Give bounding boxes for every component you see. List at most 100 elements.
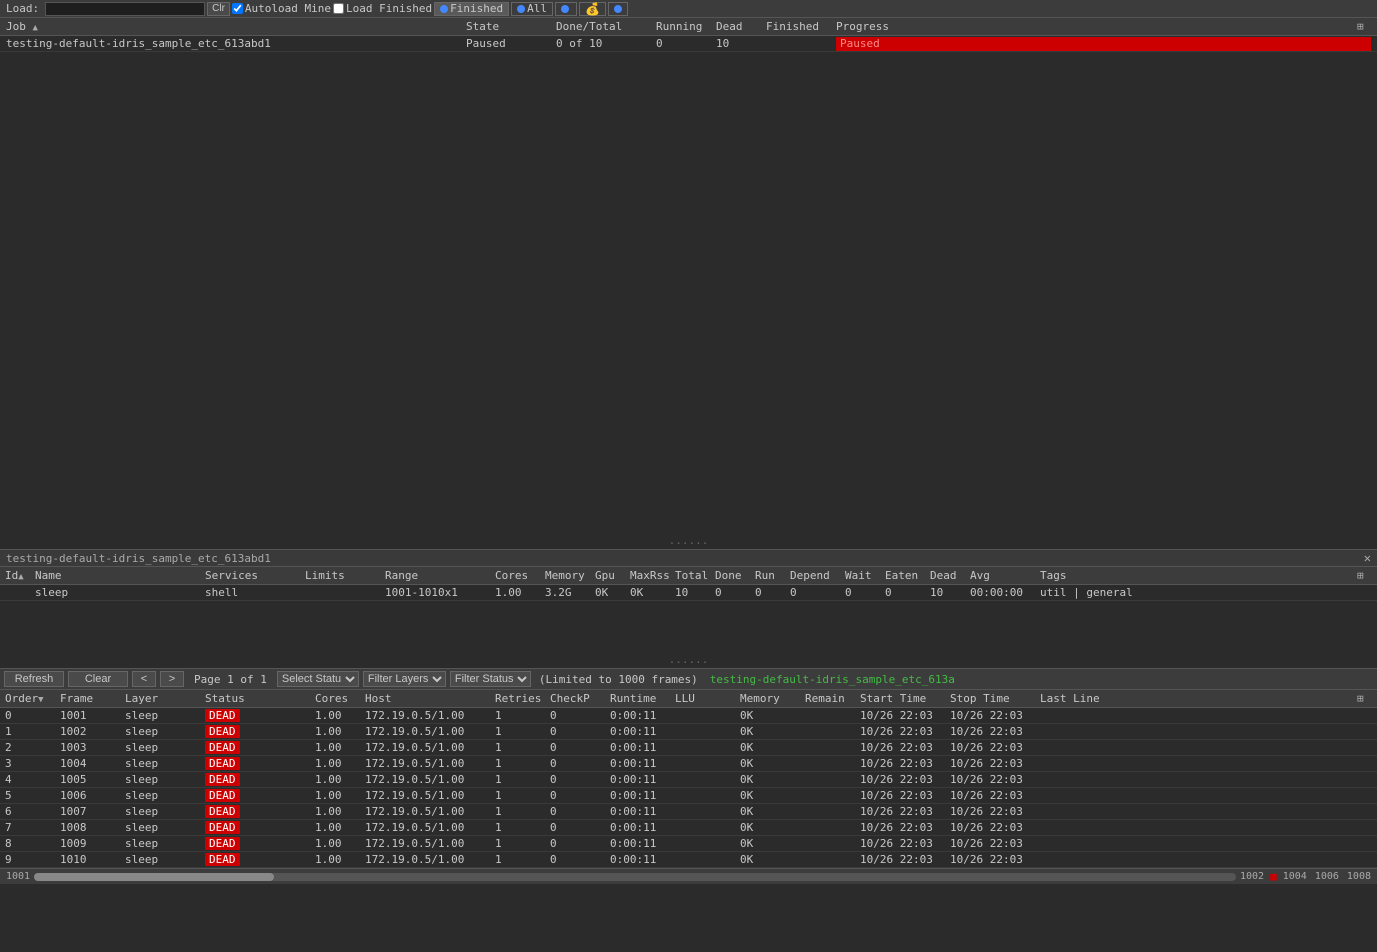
finished-tag[interactable]: Finished: [434, 2, 509, 16]
job-table-expand-btn[interactable]: ⊞: [1357, 20, 1375, 33]
layer-range-col[interactable]: Range: [382, 569, 492, 582]
top-toolbar: Load: Clr Autoload Mine Load Finished Fi…: [0, 0, 1377, 18]
layer-dead-col[interactable]: Dead: [927, 569, 967, 582]
layer-avg-col[interactable]: Avg: [967, 569, 1037, 582]
fh-layer[interactable]: Layer: [122, 692, 202, 705]
frame-expand-btn[interactable]: ⊞: [1357, 692, 1375, 705]
layer-expand-btn[interactable]: ⊞: [1357, 569, 1375, 582]
fr-start: 10/26 22:03: [857, 741, 947, 754]
status-dead-badge: DEAD: [205, 805, 240, 818]
layer-done-col[interactable]: Done: [712, 569, 752, 582]
load-finished-checkbox-label[interactable]: Load Finished: [333, 2, 432, 15]
layer-name-col[interactable]: Name: [32, 569, 202, 582]
fh-status[interactable]: Status: [202, 692, 312, 705]
load-finished-checkbox[interactable]: [333, 3, 344, 14]
fr-layer: sleep: [122, 773, 202, 786]
fh-runtime[interactable]: Runtime: [607, 692, 672, 705]
filter-layers-dropdown[interactable]: Filter Layers: [363, 671, 446, 687]
fr-memory: 0K: [737, 757, 802, 770]
bottom-scrollbar[interactable]: 1001 1002 ■ 1004 1006 1008: [0, 868, 1377, 884]
layer-limits-col[interactable]: Limits: [302, 569, 382, 582]
filter-status-dropdown[interactable]: Filter Status: [450, 671, 531, 687]
fh-order[interactable]: Order▼: [2, 692, 57, 705]
job-col-header[interactable]: Job ▲: [2, 20, 462, 33]
fr-host: 172.19.0.5/1.00: [362, 821, 492, 834]
layer-run-col[interactable]: Run: [752, 569, 787, 582]
dot-tag-2[interactable]: [608, 2, 628, 16]
fh-memory[interactable]: Memory: [737, 692, 802, 705]
status-dead-badge: DEAD: [205, 725, 240, 738]
status-dead-badge: DEAD: [205, 773, 240, 786]
job-row[interactable]: testing-default-idris_sample_etc_613abd1…: [0, 36, 1377, 52]
select-status-dropdown[interactable]: Select Statu: [277, 671, 359, 687]
frame-row[interactable]: 2 1003 sleep DEAD 1.00 172.19.0.5/1.00 1…: [0, 740, 1377, 756]
layer-tags-col[interactable]: Tags: [1037, 569, 1357, 582]
frame-row[interactable]: 4 1005 sleep DEAD 1.00 172.19.0.5/1.00 1…: [0, 772, 1377, 788]
fh-checkp[interactable]: CheckP: [547, 692, 607, 705]
finished-dot: [440, 5, 448, 13]
frame-row[interactable]: 5 1006 sleep DEAD 1.00 172.19.0.5/1.00 1…: [0, 788, 1377, 804]
frame-row[interactable]: 6 1007 sleep DEAD 1.00 172.19.0.5/1.00 1…: [0, 804, 1377, 820]
fr-order: 1: [2, 725, 57, 738]
frame-row[interactable]: 8 1009 sleep DEAD 1.00 172.19.0.5/1.00 1…: [0, 836, 1377, 852]
scrollbar-thumb[interactable]: [34, 873, 274, 881]
autoload-mine-checkbox-label[interactable]: Autoload Mine: [232, 2, 331, 15]
fh-host[interactable]: Host: [362, 692, 492, 705]
fr-host: 172.19.0.5/1.00: [362, 757, 492, 770]
layer-eaten-col[interactable]: Eaten: [882, 569, 927, 582]
scrollbar-track[interactable]: [34, 873, 1236, 881]
frame-row[interactable]: 3 1004 sleep DEAD 1.00 172.19.0.5/1.00 1…: [0, 756, 1377, 772]
fr-status: DEAD: [202, 837, 312, 850]
frame-row[interactable]: 9 1010 sleep DEAD 1.00 172.19.0.5/1.00 1…: [0, 852, 1377, 868]
fh-cores[interactable]: Cores: [312, 692, 362, 705]
fh-retries[interactable]: Retries: [492, 692, 547, 705]
fr-runtime: 0:00:11: [607, 853, 672, 866]
layer-cores-col[interactable]: Cores: [492, 569, 542, 582]
fr-runtime: 0:00:11: [607, 725, 672, 738]
status-dead-badge: DEAD: [205, 757, 240, 770]
layer-memory-col[interactable]: Memory: [542, 569, 592, 582]
fh-llu[interactable]: LLU: [672, 692, 737, 705]
layer-wait-col[interactable]: Wait: [842, 569, 882, 582]
fr-memory: 0K: [737, 741, 802, 754]
frame-row[interactable]: 1 1002 sleep DEAD 1.00 172.19.0.5/1.00 1…: [0, 724, 1377, 740]
fh-start[interactable]: Start Time: [857, 692, 947, 705]
fh-lastline[interactable]: Last Line: [1037, 692, 1357, 705]
next-page-button[interactable]: >: [160, 671, 184, 687]
clear-button[interactable]: Clear: [68, 671, 128, 687]
dot-tag-1[interactable]: [555, 2, 577, 16]
lr-name: sleep: [32, 586, 202, 599]
layer-id-col[interactable]: Id▲: [2, 569, 32, 582]
refresh-button[interactable]: Refresh: [4, 671, 64, 687]
all-tag[interactable]: All: [511, 2, 553, 16]
layer-total-col[interactable]: Total: [672, 569, 712, 582]
fh-stop[interactable]: Stop Time: [947, 692, 1037, 705]
fr-host: 172.19.0.5/1.00: [362, 773, 492, 786]
fr-order: 6: [2, 805, 57, 818]
load-input[interactable]: [45, 2, 205, 16]
frame-row[interactable]: 0 1001 sleep DEAD 1.00 172.19.0.5/1.00 1…: [0, 708, 1377, 724]
autoload-mine-checkbox[interactable]: [232, 3, 243, 14]
layer-depend-col[interactable]: Depend: [787, 569, 842, 582]
prev-page-button[interactable]: <: [132, 671, 156, 687]
layer-row[interactable]: sleep shell 1001-1010x1 1.00 3.2G 0K 0K …: [0, 585, 1377, 601]
fh-remain[interactable]: Remain: [802, 692, 857, 705]
scrollbar-label-1008: 1008: [1343, 871, 1375, 882]
layer-services-col[interactable]: Services: [202, 569, 302, 582]
fh-frame[interactable]: Frame: [57, 692, 122, 705]
fr-start: 10/26 22:03: [857, 725, 947, 738]
fr-cores: 1.00: [312, 821, 362, 834]
layer-maxrss-col[interactable]: MaxRss: [627, 569, 672, 582]
fr-start: 10/26 22:03: [857, 757, 947, 770]
fr-layer: sleep: [122, 757, 202, 770]
fr-start: 10/26 22:03: [857, 773, 947, 786]
layer-panel-title: testing-default-idris_sample_etc_613abd1: [2, 552, 1360, 565]
clr-button[interactable]: Clr: [207, 2, 230, 16]
layer-gpu-col[interactable]: Gpu: [592, 569, 627, 582]
frame-row[interactable]: 7 1008 sleep DEAD 1.00 172.19.0.5/1.00 1…: [0, 820, 1377, 836]
status-dead-badge: DEAD: [205, 789, 240, 802]
fr-retries: 1: [492, 773, 547, 786]
fr-retries: 1: [492, 821, 547, 834]
layer-close-btn[interactable]: ✕: [1360, 551, 1375, 565]
pac-tag[interactable]: 💰: [579, 2, 606, 16]
